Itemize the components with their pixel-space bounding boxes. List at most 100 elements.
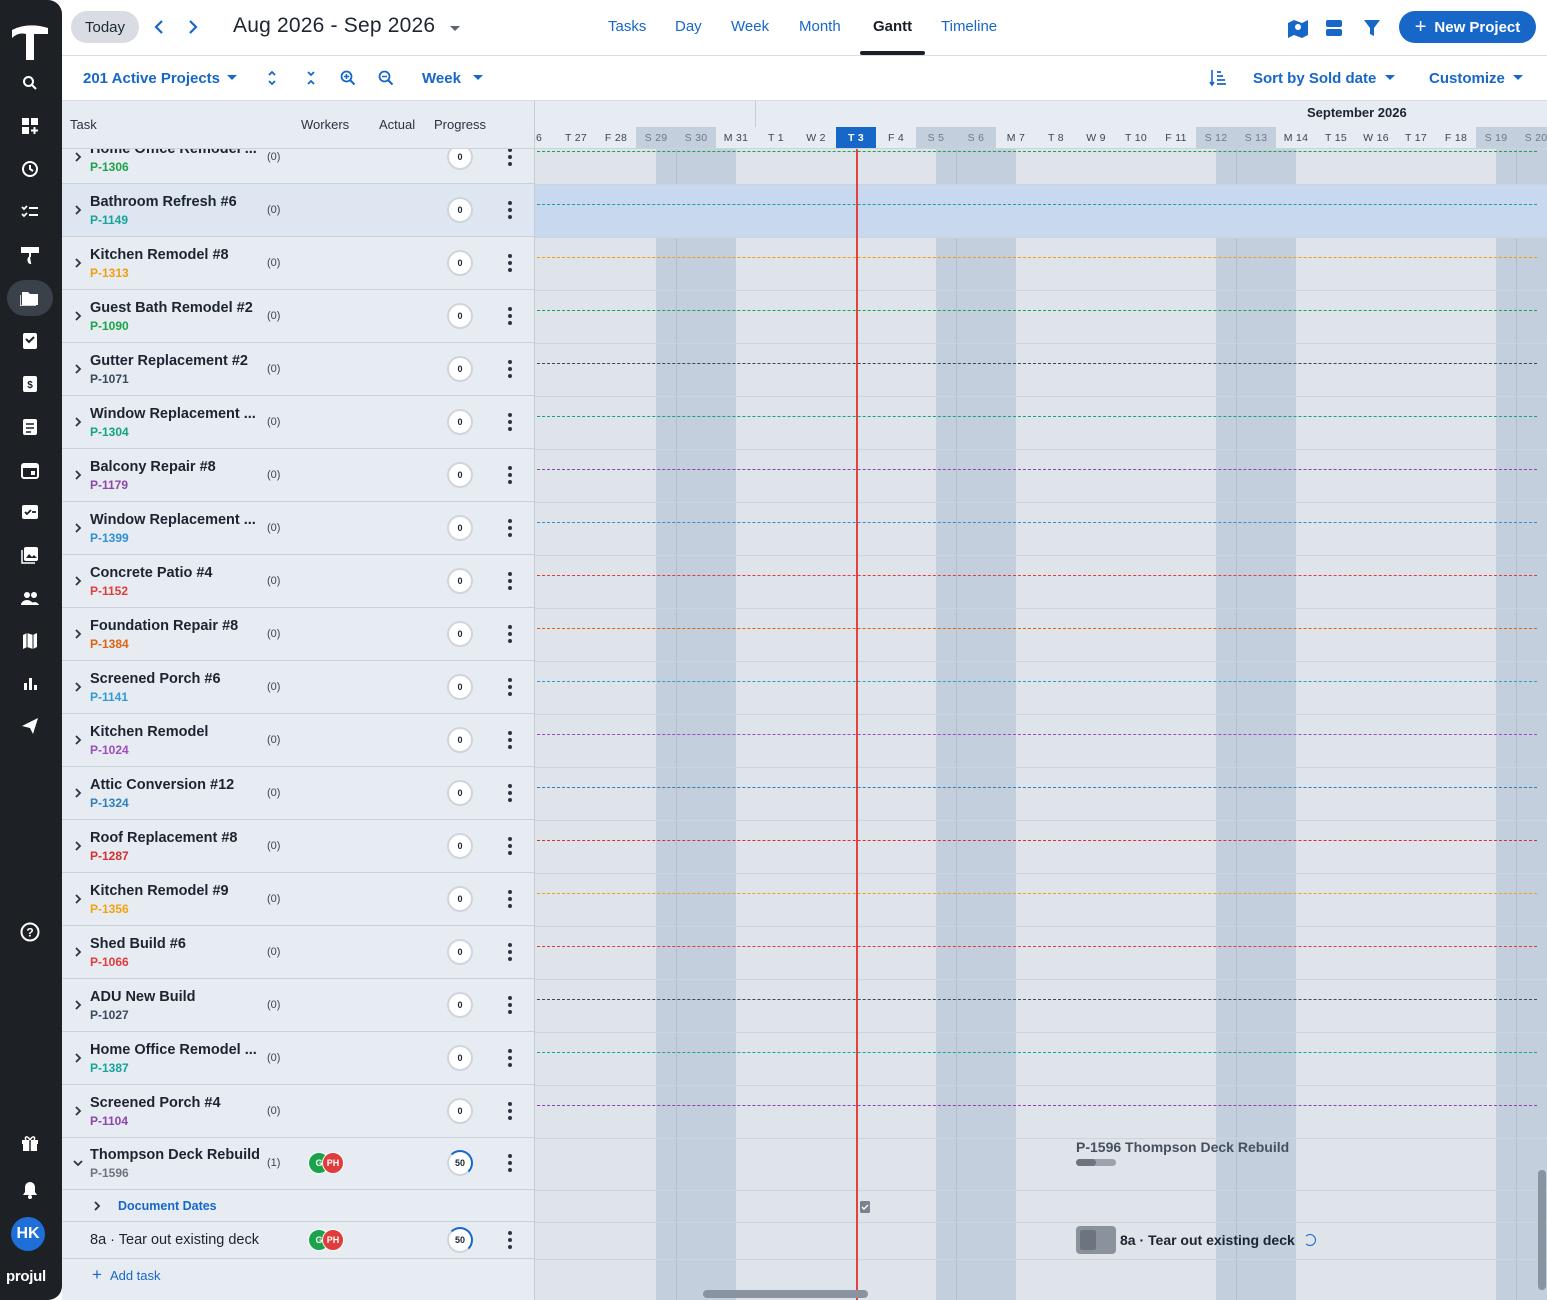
project-name[interactable]: Gutter Replacement #2: [90, 353, 248, 369]
table-row[interactable]: Shed Build #6 P-1066 (0) 0: [62, 926, 534, 979]
tab-tasks[interactable]: Tasks: [608, 18, 646, 35]
sort-dropdown[interactable]: Sort by Sold date: [1253, 70, 1376, 87]
project-dash-line[interactable]: [537, 628, 1537, 629]
project-dash-line[interactable]: [537, 999, 1537, 1000]
today-button[interactable]: Today: [71, 11, 139, 43]
projects-filter-dropdown[interactable]: 201 Active Projects: [83, 70, 220, 87]
project-dash-line[interactable]: [537, 787, 1537, 788]
table-row[interactable]: Foundation Repair #8 P-1384 (0) 0: [62, 608, 534, 661]
tab-gantt[interactable]: Gantt: [873, 18, 912, 35]
project-name[interactable]: Kitchen Remodel: [90, 724, 208, 740]
tab-month[interactable]: Month: [799, 18, 841, 35]
project-dash-line[interactable]: [537, 575, 1537, 576]
project-name[interactable]: Balcony Repair #8: [90, 459, 216, 475]
more-options-icon[interactable]: [501, 1151, 519, 1175]
more-options-icon[interactable]: [501, 569, 519, 593]
project-name[interactable]: Kitchen Remodel #8: [90, 247, 229, 263]
more-options-icon[interactable]: [501, 675, 519, 699]
project-dash-line[interactable]: [537, 681, 1537, 682]
table-row[interactable]: Window Replacement ... P-1399 (0) 0: [62, 502, 534, 555]
task-board-icon[interactable]: [12, 494, 48, 530]
chevron-right-icon[interactable]: [72, 945, 84, 959]
paint-roller-icon[interactable]: [12, 237, 48, 273]
more-options-icon[interactable]: [501, 463, 519, 487]
chevron-right-icon[interactable]: [72, 150, 84, 164]
task-row[interactable]: 8a · Tear out existing deck G PH 50: [62, 1222, 534, 1259]
table-row[interactable]: Home Office Remodel ... P-1387 (0) 0: [62, 1032, 534, 1085]
table-row[interactable]: Kitchen Remodel P-1024 (0) 0: [62, 714, 534, 767]
people-icon[interactable]: [12, 580, 48, 616]
filter-icon[interactable]: [1358, 14, 1386, 42]
project-dash-line[interactable]: [537, 151, 1537, 152]
sort-order-icon[interactable]: [1208, 68, 1228, 88]
project-name[interactable]: Roof Replacement #8: [90, 830, 237, 846]
chevron-right-icon[interactable]: [72, 415, 84, 429]
chevron-right-icon[interactable]: [72, 733, 84, 747]
table-row[interactable]: Home Office Remodel ... P-1306 (0) 0: [62, 149, 534, 184]
table-row[interactable]: Attic Conversion #12 P-1324 (0) 0: [62, 767, 534, 820]
chevron-right-icon[interactable]: [72, 256, 84, 270]
chevron-down-icon[interactable]: [222, 68, 242, 88]
project-name[interactable]: Window Replacement ...: [90, 512, 256, 528]
dashboard-icon[interactable]: [12, 108, 48, 144]
project-name[interactable]: Screened Porch #6: [90, 671, 221, 687]
project-name[interactable]: Shed Build #6: [90, 936, 186, 952]
more-options-icon[interactable]: [501, 198, 519, 222]
customize-dropdown[interactable]: Customize: [1429, 70, 1505, 87]
table-row[interactable]: Window Replacement ... P-1304 (0) 0: [62, 396, 534, 449]
chevron-right-icon[interactable]: [72, 1104, 84, 1118]
gift-icon[interactable]: [12, 1125, 48, 1161]
add-task-button[interactable]: + Add task: [92, 1265, 161, 1285]
project-dash-line[interactable]: [537, 1105, 1537, 1106]
table-row[interactable]: Roof Replacement #8 P-1287 (0) 0: [62, 820, 534, 873]
projects-folder-icon[interactable]: [7, 280, 53, 316]
more-options-icon[interactable]: [501, 887, 519, 911]
reports-chart-icon[interactable]: [12, 665, 48, 701]
bill-doc-icon[interactable]: [12, 409, 48, 445]
project-name[interactable]: Screened Porch #4: [90, 1095, 221, 1111]
chevron-right-icon[interactable]: [72, 627, 84, 641]
task-bar[interactable]: [1076, 1226, 1116, 1254]
project-dash-line[interactable]: [537, 416, 1537, 417]
more-options-icon[interactable]: [501, 304, 519, 328]
more-options-icon[interactable]: [501, 1099, 519, 1123]
prev-arrow-icon[interactable]: [149, 14, 169, 40]
calendar-icon[interactable]: [12, 452, 48, 488]
table-row[interactable]: Kitchen Remodel #8 P-1313 (0) 0: [62, 237, 534, 290]
table-row[interactable]: Screened Porch #4 P-1104 (0) 0: [62, 1085, 534, 1138]
search-icon[interactable]: [12, 65, 48, 101]
project-dash-line[interactable]: [537, 257, 1537, 258]
table-row[interactable]: Guest Bath Remodel #2 P-1090 (0) 0: [62, 290, 534, 343]
zoom-out-icon[interactable]: [376, 68, 396, 88]
checklist-icon[interactable]: [12, 194, 48, 230]
chevron-right-icon[interactable]: [72, 574, 84, 588]
project-bar-label[interactable]: P-1596 Thompson Deck Rebuild: [1076, 1139, 1289, 1155]
table-row-expanded[interactable]: Thompson Deck Rebuild P-1596 (1) G PH 50: [62, 1137, 534, 1190]
more-options-icon[interactable]: [501, 834, 519, 858]
project-dash-line[interactable]: [537, 363, 1537, 364]
chevron-right-icon[interactable]: [72, 203, 84, 217]
chevron-right-icon[interactable]: [72, 786, 84, 800]
chevron-right-icon[interactable]: [72, 362, 84, 376]
date-range-title[interactable]: Aug 2026 - Sep 2026: [233, 14, 435, 38]
vertical-scrollbar[interactable]: [1538, 1170, 1546, 1290]
chevron-down-icon[interactable]: [1380, 68, 1400, 88]
more-options-icon[interactable]: [501, 781, 519, 805]
chevron-right-icon[interactable]: [72, 998, 84, 1012]
estimate-doc-icon[interactable]: [12, 323, 48, 359]
table-row[interactable]: Concrete Patio #4 P-1152 (0) 0: [62, 555, 534, 608]
actual-column-header[interactable]: Actual: [379, 117, 415, 132]
table-row[interactable]: Screened Porch #6 P-1141 (0) 0: [62, 661, 534, 714]
more-options-icon[interactable]: [501, 357, 519, 381]
expand-all-icon[interactable]: [262, 68, 282, 88]
new-project-button[interactable]: + New Project: [1399, 11, 1536, 43]
project-name[interactable]: Home Office Remodel ...: [90, 149, 257, 157]
project-dash-line[interactable]: [537, 893, 1537, 894]
more-options-icon[interactable]: [501, 410, 519, 434]
chevron-down-icon[interactable]: [1508, 68, 1528, 88]
photos-icon[interactable]: [12, 537, 48, 573]
more-options-icon[interactable]: [501, 622, 519, 646]
bell-icon[interactable]: [12, 1172, 48, 1208]
task-name[interactable]: 8a · Tear out existing deck: [90, 1232, 259, 1248]
project-dash-line[interactable]: [537, 310, 1537, 311]
